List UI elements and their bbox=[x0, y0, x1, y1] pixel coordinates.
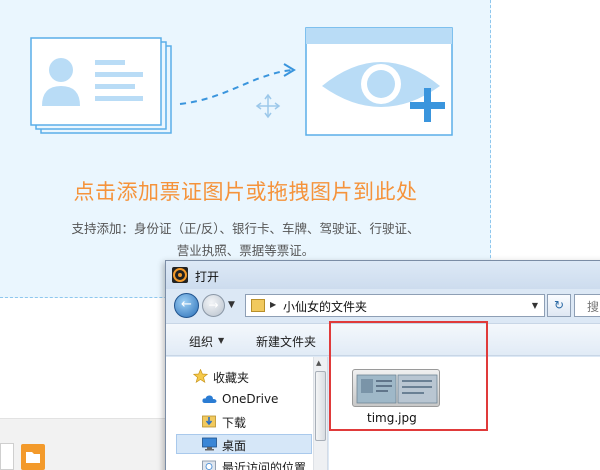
drag-arrow-icon bbox=[179, 69, 293, 105]
navigation-pane: 收藏夹 OneDrive 下载 桌面 最近访问的位置 ▲ bbox=[166, 357, 328, 470]
back-button[interactable]: ← bbox=[174, 293, 199, 318]
upload-drop-zone[interactable]: 点击添加票证图片或拖拽图片到此处 支持添加：身份证（正/反）、银行卡、车牌、驾驶… bbox=[0, 0, 491, 298]
upload-description: 支持添加：身份证（正/反）、银行卡、车牌、驾驶证、行驶证、 bbox=[71, 221, 420, 236]
nav-label: 桌面 bbox=[222, 439, 247, 453]
upload-title: 点击添加票证图片或拖拽图片到此处 bbox=[73, 180, 418, 204]
dialog-title: 打开 bbox=[195, 270, 220, 284]
upload-illustration bbox=[30, 27, 453, 136]
nav-label: 下载 bbox=[222, 416, 247, 430]
folder-icon[interactable] bbox=[21, 444, 45, 470]
nav-label: 收藏夹 bbox=[213, 371, 250, 385]
dialog-title-bar: 打开 bbox=[166, 261, 600, 289]
new-folder-button[interactable]: 新建文件夹 bbox=[256, 333, 316, 350]
chevron-down-icon[interactable]: ▼ bbox=[218, 336, 224, 345]
search-input[interactable]: 搜 bbox=[574, 294, 600, 317]
selection-highlight-box bbox=[329, 321, 488, 431]
desktop-icon bbox=[202, 437, 217, 451]
star-icon bbox=[193, 369, 208, 383]
recent-places-icon bbox=[202, 460, 216, 470]
scrollbar-thumb[interactable] bbox=[315, 371, 326, 441]
id-card-icon bbox=[30, 37, 172, 134]
download-folder-icon bbox=[202, 415, 216, 428]
nav-label: 最近访问的位置 bbox=[222, 461, 307, 470]
scroll-up-icon[interactable]: ▲ bbox=[316, 359, 321, 367]
forward-button[interactable]: → bbox=[202, 294, 225, 317]
breadcrumb-chevron-icon[interactable]: ▶ bbox=[270, 300, 276, 309]
refresh-button[interactable]: ↻ bbox=[547, 294, 571, 317]
folder-icon bbox=[251, 299, 265, 312]
app-icon bbox=[172, 267, 188, 283]
breadcrumb-path[interactable]: 小仙女的文件夹 bbox=[283, 298, 367, 315]
cloud-icon bbox=[202, 395, 217, 403]
history-dropdown-icon[interactable]: ▼ bbox=[228, 300, 235, 310]
address-bar[interactable]: ▶ 小仙女的文件夹 ▼ bbox=[245, 294, 545, 317]
input-box[interactable] bbox=[0, 443, 14, 470]
organize-button[interactable]: 组织 bbox=[189, 333, 213, 350]
app-window: 点击添加票证图片或拖拽图片到此处 支持添加：身份证（正/反）、银行卡、车牌、驾驶… bbox=[0, 0, 600, 470]
move-cursor-icon bbox=[255, 93, 281, 119]
nav-label: OneDrive bbox=[222, 392, 279, 406]
nav-scrollbar[interactable]: ▲ bbox=[313, 357, 327, 470]
image-preview-icon bbox=[305, 27, 453, 136]
address-row: ← → ▼ ▶ 小仙女的文件夹 ▼ ↻ 搜 bbox=[166, 289, 600, 323]
upload-description-line2: 营业执照、票据等票证。 bbox=[176, 243, 315, 258]
address-dropdown-icon[interactable]: ▼ bbox=[532, 301, 538, 310]
